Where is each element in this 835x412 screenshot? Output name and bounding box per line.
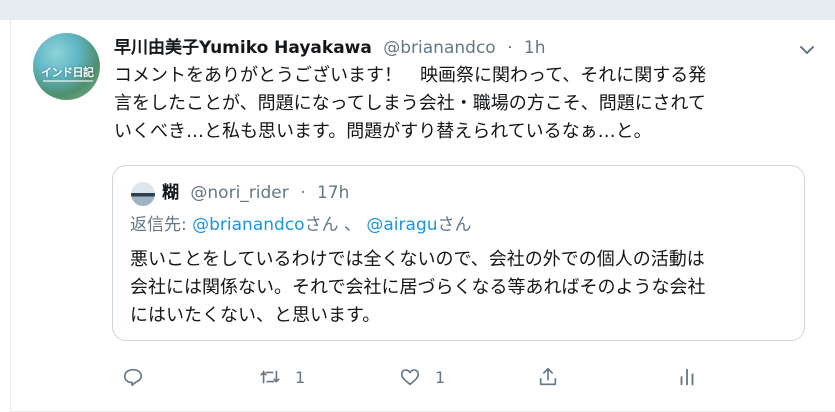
analytics-icon [680,368,694,386]
quoted-header: 糊 @nori_rider · 17h [162,180,349,206]
tweet-text: コメントをありがとうございます！ 映画祭に関わって、それに関する発 言をしたこと… [114,62,804,146]
reply-separator: 、 [338,215,367,235]
reply-user-link[interactable]: @airagu [366,215,437,235]
quoted-user-handle[interactable]: @nori_rider [190,183,288,203]
tweet-actions: 1 1 [114,364,714,390]
share-button[interactable] [537,364,559,390]
avatar-decoration [43,80,93,82]
tweet-card[interactable]: インド日記 早川由美子Yumiko Hayakawa @brianandco ·… [10,20,835,412]
reply-user-link[interactable]: @brianandco [192,215,304,235]
quoted-text-line: にはいたくない、と思います。 [130,305,381,326]
more-options-button[interactable] [797,40,817,60]
analytics-button[interactable] [676,364,698,390]
chevron-down-icon [800,46,814,54]
like-icon [400,369,420,386]
quoted-text-line: 会社には関係ない。それで会社に居づらくなる等あればそのような会社 [130,277,706,298]
quoted-separator-dot: · [300,183,306,203]
separator-dot: · [507,38,513,58]
retweet-button[interactable]: 1 [259,364,305,390]
quoted-tweet[interactable]: 糊 @nori_rider · 17h 返信先: @brianandcoさん 、… [112,165,805,341]
retweet-icon [260,370,280,384]
quoted-text-line: 悪いことをしているわけでは全くないので、会社の外での個人の活動は [130,249,705,270]
user-handle[interactable]: @brianandco [383,38,495,58]
reply-honorific: さん [304,215,339,235]
like-button[interactable]: 1 [399,364,445,390]
reply-icon [123,368,143,387]
avatar-logo-text: インド日記 [41,66,94,79]
like-count: 1 [435,367,446,387]
share-icon [539,367,557,386]
tweet-text-line: 言をしたことが、問題になってしまう会社・職場の方こそ、問題にされて [114,93,706,114]
tweet-header: 早川由美子Yumiko Hayakawa @brianandco · 1h [114,36,804,62]
quoted-avatar[interactable] [131,182,155,206]
display-name[interactable]: 早川由美子Yumiko Hayakawa [114,38,372,58]
quoted-display-name[interactable]: 糊 [162,183,179,203]
reply-prefix: 返信先: [130,215,193,235]
avatar[interactable]: インド日記 [33,33,100,100]
reply-honorific: さん [437,215,472,235]
timeline-background-strip [0,0,835,20]
reply-context: 返信先: @brianandcoさん 、 @airaguさん [130,212,472,238]
quoted-text: 悪いことをしているわけでは全くないので、会社の外での個人の活動は 会社には関係な… [130,246,790,330]
quoted-timestamp: 17h [316,183,350,203]
tweet-text-line: いくべき…と私も思います。問題がすり替えられているなぁ…と。 [114,121,652,142]
retweet-count: 1 [295,367,306,387]
tweet-timestamp[interactable]: 1h [524,38,546,58]
tweet-text-line: コメントをありがとうございます！ 映画祭に関わって、それに関する発 [114,65,707,86]
reply-button[interactable] [122,364,158,390]
